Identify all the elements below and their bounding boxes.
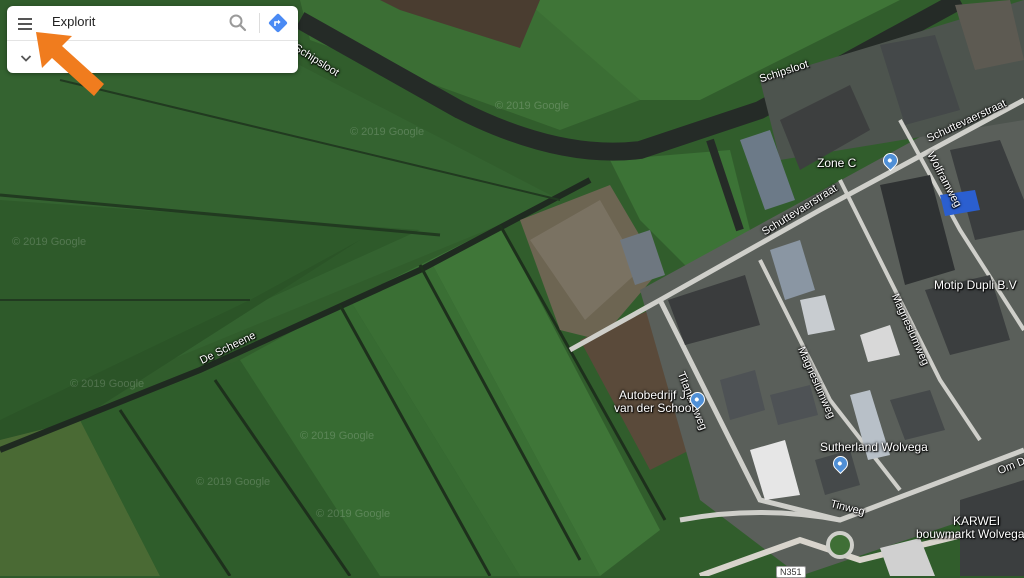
map-watermark: © 2019 Google — [300, 430, 375, 442]
directions-button[interactable] — [267, 12, 289, 34]
satellite-map[interactable] — [0, 0, 1024, 576]
hamburger-line — [18, 23, 32, 25]
search-button[interactable] — [228, 13, 248, 33]
map-watermark: © 2019 Google — [70, 378, 145, 390]
hamburger-line — [18, 18, 32, 20]
map-watermark: © 2019 Google — [196, 476, 271, 488]
pointer-arrow-icon — [36, 32, 104, 96]
search-icon — [229, 14, 247, 32]
place-zone-c-label[interactable]: Zone C — [817, 156, 856, 170]
road-shield-n351: N351 — [776, 566, 806, 578]
search-separator — [259, 13, 260, 33]
map-watermark: © 2019 Google — [350, 126, 425, 138]
place-autobedrijf-label-line2[interactable]: van der Schoot — [614, 401, 695, 415]
place-autobedrijf-label-line1[interactable]: Autobedrijf J. — [619, 388, 689, 402]
map-watermark: © 2019 Google — [12, 236, 87, 248]
map-watermark: © 2019 Google — [316, 508, 391, 520]
place-motip-label[interactable]: Motip Dupli B.V — [934, 278, 1017, 292]
place-sutherland-label[interactable]: Sutherland Wolvega — [820, 440, 928, 454]
map-watermark: © 2019 Google — [495, 100, 570, 112]
place-karwei-label-line1[interactable]: KARWEI — [953, 514, 1000, 528]
directions-icon — [268, 13, 288, 33]
place-karwei-label-line2[interactable]: bouwmarkt Wolvega — [916, 527, 1024, 541]
